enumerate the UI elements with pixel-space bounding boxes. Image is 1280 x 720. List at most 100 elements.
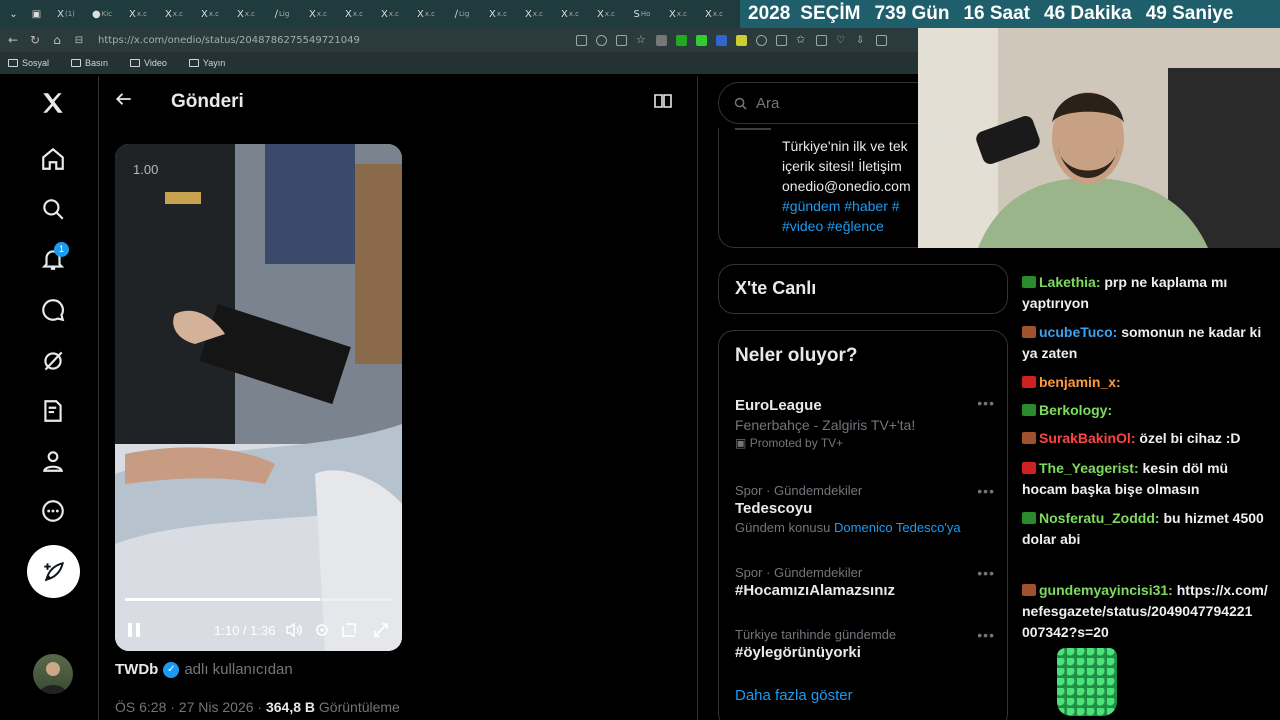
tab-favicon-icon: ● xyxy=(91,8,101,20)
chat-username[interactable]: SurakBakinOl xyxy=(1039,430,1131,446)
chat-username[interactable]: benjamin_x xyxy=(1039,374,1116,390)
chat-username[interactable]: ucubeTuco xyxy=(1039,324,1113,340)
post-time[interactable]: ÖS 6:28 · 27 Nis 2026 · xyxy=(115,699,262,715)
bookmark-folder[interactable]: Basın xyxy=(71,58,108,68)
health-icon[interactable]: ♡ xyxy=(836,35,847,46)
show-more-link[interactable]: Daha fazla göster xyxy=(735,687,853,704)
browser-tab[interactable]: ∕ Lig xyxy=(446,4,478,24)
more-options-icon[interactable]: ••• xyxy=(977,483,995,499)
browser-tab[interactable]: Xx.c xyxy=(698,4,730,24)
browser-tab[interactable]: Xx.c xyxy=(122,4,154,24)
streamer-camera-image xyxy=(918,28,1280,248)
back-arrow-icon[interactable] xyxy=(115,90,135,114)
screenshot-icon[interactable] xyxy=(876,34,887,46)
grok-icon[interactable] xyxy=(38,346,68,376)
browser-tab[interactable]: Xx.c xyxy=(374,4,406,24)
profile-icon[interactable] xyxy=(38,446,68,476)
bookmark-folder[interactable]: Sosyal xyxy=(8,58,49,68)
reader-mode-icon[interactable] xyxy=(654,94,672,108)
fullscreen-icon[interactable] xyxy=(373,620,389,640)
zoom-icon[interactable] xyxy=(596,34,607,46)
bookmark-folder[interactable]: Video xyxy=(130,58,167,68)
chat-username[interactable]: Nosferatu_Zoddd xyxy=(1039,510,1155,526)
video-player[interactable]: 1.00 1:10 / 1:36 xyxy=(115,144,402,651)
live-title: X'te Canlı xyxy=(735,278,817,298)
emote-image xyxy=(1057,648,1117,716)
browser-tab[interactable]: Xx.c xyxy=(302,4,334,24)
bookmark-folder[interactable]: Yayın xyxy=(188,58,225,68)
tab-favicon-icon: X xyxy=(344,8,352,20)
reload-icon[interactable]: ↻ xyxy=(24,33,46,47)
x-left-nav: 1 xyxy=(0,76,98,720)
tab-favicon-icon: X xyxy=(524,8,532,20)
collections-icon[interactable] xyxy=(816,34,827,46)
settings-gear-icon[interactable] xyxy=(314,620,330,640)
grid-icon[interactable] xyxy=(576,34,587,46)
folder-icon xyxy=(8,59,18,67)
extension-icon[interactable] xyxy=(676,34,687,46)
extension-icon[interactable] xyxy=(656,34,667,46)
live-card[interactable]: X'te Canlı xyxy=(718,264,1008,314)
x-logo-icon[interactable] xyxy=(38,88,68,118)
browser-tab[interactable]: Xx.c xyxy=(590,4,622,24)
chat-username[interactable]: gundemyayincisi31 xyxy=(1039,582,1168,598)
extension-icon[interactable] xyxy=(756,34,767,46)
pause-icon[interactable] xyxy=(127,620,141,640)
browser-tab[interactable]: Xx.c xyxy=(230,4,262,24)
account-avatar[interactable] xyxy=(33,654,73,694)
browser-tab[interactable]: Xx.c xyxy=(518,4,550,24)
browser-tab[interactable]: Xx.c xyxy=(482,4,514,24)
more-options-icon[interactable]: ••• xyxy=(977,395,995,411)
trend-item[interactable]: Türkiye tarihinde gündemde #öylegörünüyo… xyxy=(735,627,995,661)
browser-tab[interactable]: S Ho xyxy=(626,4,658,24)
extension-icon[interactable] xyxy=(736,34,747,46)
browser-tab[interactable]: Xx.c xyxy=(410,4,442,24)
url-field[interactable]: https://x.com/onedio/status/204878627554… xyxy=(98,35,568,46)
browser-tab[interactable]: Xx.c xyxy=(554,4,586,24)
page-title: Gönderi xyxy=(171,91,244,112)
tab-list-button[interactable]: ⌄ xyxy=(4,4,23,24)
tab-title: Kic xyxy=(101,10,113,18)
microphone-brand: RØDE xyxy=(918,128,950,140)
download-icon[interactable]: ⇩ xyxy=(856,35,867,46)
workspaces-icon[interactable]: ▣ xyxy=(27,4,46,24)
new-post-button[interactable] xyxy=(27,545,80,598)
browser-tab[interactable]: Xx.c xyxy=(662,4,694,24)
tab-title: x.c xyxy=(172,10,184,18)
trend-item[interactable]: EuroLeague Fenerbahçe - Zalgiris TV+'ta!… xyxy=(735,395,995,450)
browser-tab[interactable]: ● Kic xyxy=(86,4,118,24)
trend-link[interactable]: Domenico Tedesco'ya xyxy=(834,520,961,535)
browser-tab[interactable]: Xx.c xyxy=(194,4,226,24)
site-info-icon[interactable]: ⊟ xyxy=(68,35,90,46)
browser-tab[interactable]: Xx.c xyxy=(158,4,190,24)
search-icon[interactable] xyxy=(38,194,68,224)
chat-username[interactable]: Lakethia xyxy=(1039,274,1096,290)
volume-icon[interactable] xyxy=(285,620,303,640)
author-name[interactable]: TWDb xyxy=(115,661,158,678)
back-icon[interactable]: ← xyxy=(2,33,24,47)
more-options-icon[interactable]: ••• xyxy=(977,627,995,643)
compose-article-icon[interactable] xyxy=(38,396,68,426)
chat-username[interactable]: The_Yeagerist xyxy=(1039,460,1134,476)
picture-in-picture-icon[interactable] xyxy=(341,620,357,640)
profile-hashtags[interactable]: #video #eğlence xyxy=(782,216,922,236)
extension-icon[interactable] xyxy=(696,34,707,46)
more-icon[interactable] xyxy=(38,496,68,526)
more-options-icon[interactable]: ••• xyxy=(977,565,995,581)
trend-item[interactable]: Spor · Gündemdekiler Tedescoyu Gündem ko… xyxy=(735,483,995,535)
read-aloud-icon[interactable] xyxy=(616,34,627,46)
browser-tab[interactable]: X (1) xyxy=(50,4,82,24)
home-icon[interactable] xyxy=(38,144,68,174)
favorites-icon[interactable]: ✩ xyxy=(796,34,807,46)
split-screen-icon[interactable] xyxy=(776,34,787,46)
messages-icon[interactable] xyxy=(38,295,68,325)
video-progress-bar[interactable] xyxy=(125,598,392,601)
extension-icon[interactable] xyxy=(716,34,727,46)
profile-hashtags[interactable]: #gündem #haber # xyxy=(782,196,922,216)
favorite-star-icon[interactable]: ☆ xyxy=(636,34,647,46)
home-icon[interactable]: ⌂ xyxy=(46,33,68,47)
browser-tab[interactable]: Xx.c xyxy=(338,4,370,24)
trend-item[interactable]: Spor · Gündemdekiler #HocamızıAlamazsını… xyxy=(735,565,995,599)
browser-tab[interactable]: ∕ Lig xyxy=(266,4,298,24)
chat-username[interactable]: Berkology xyxy=(1039,402,1107,418)
